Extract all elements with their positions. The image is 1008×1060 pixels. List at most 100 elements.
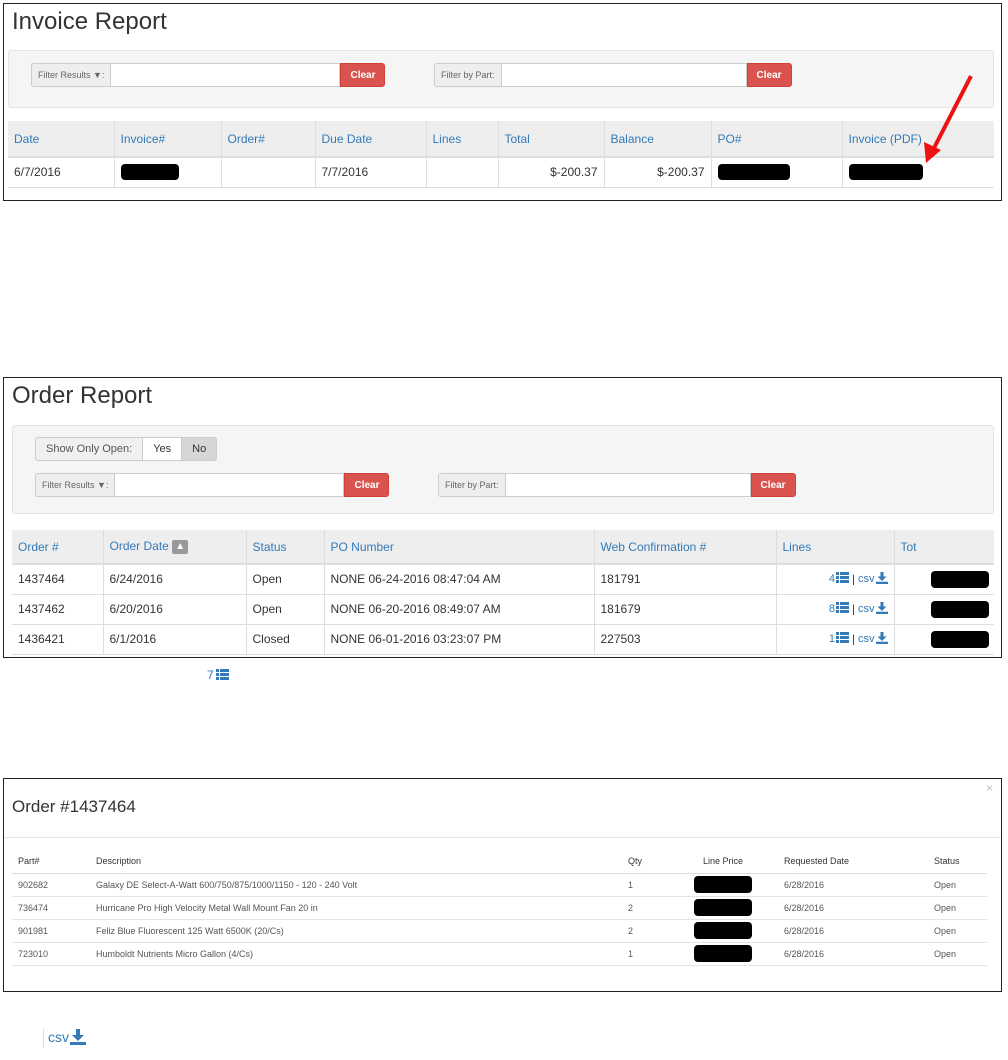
col-web-confirmation[interactable]: Web Confirmation # [594, 530, 777, 565]
invoice-due-date: 7/7/2016 [315, 157, 427, 188]
table-row: 1436421 6/1/2016 Closed NONE 06-01-2016 03:… [12, 624, 994, 655]
sort-up-icon[interactable]: ▲ [172, 539, 189, 554]
web-confirmation-link[interactable]: 181791 [594, 564, 777, 595]
order-table: Order # Order Date ▲ Status PO Number We… [12, 530, 994, 655]
col-lines[interactable]: Lines [776, 530, 895, 565]
line-requested-date: 6/28/2016 [778, 942, 928, 966]
filter-results-label-text: Filter Results [42, 480, 95, 490]
col-status[interactable]: Status [246, 530, 325, 565]
lines-count: 4 [828, 573, 836, 586]
order-date: 6/20/2016 [103, 594, 247, 625]
filter-results-input[interactable] [114, 473, 345, 497]
order-filter-part: Filter by Part: Clear [438, 473, 796, 497]
lines-icon-sample-count: 7 [207, 668, 214, 682]
order-number: 1437462 [12, 594, 104, 625]
csv-label: csv [858, 632, 875, 645]
order-po-number: NONE 06-01-2016 03:23:07 PM [324, 624, 595, 655]
col-line-price: Line Price [668, 849, 778, 874]
filter-results-input[interactable] [110, 63, 341, 87]
lines-link[interactable]: 1 [828, 632, 850, 645]
order-modal: Order #1437464 × Part# Description Qty L… [3, 778, 1002, 992]
col-order-number[interactable]: Order # [12, 530, 104, 565]
redacted-block [120, 164, 179, 181]
order-table-header: Order # Order Date ▲ Status PO Number We… [12, 530, 994, 565]
order-po-number: NONE 06-24-2016 08:47:04 AM [324, 564, 595, 595]
invoice-pdf-link[interactable] [842, 157, 994, 188]
invoice-lines [426, 157, 499, 188]
redacted-block [930, 600, 989, 618]
redacted-block [930, 630, 989, 648]
filter-icon: ▼ [93, 70, 102, 80]
invoice-report-panel: Invoice Report Filter Results ▼: Clear F… [3, 3, 1002, 201]
invoice-table: Date Invoice# Order# Due Date Lines Tota… [8, 121, 994, 188]
col-total[interactable]: Tot [894, 530, 994, 565]
col-part: Part# [12, 849, 90, 874]
line-description: Feliz Blue Fluorescent 125 Watt 6500K (2… [90, 919, 622, 943]
show-only-open-label: Show Only Open: [35, 437, 144, 461]
col-po-number[interactable]: PO Number [324, 530, 595, 565]
invoice-date: 6/7/2016 [8, 157, 115, 188]
list-icon [836, 572, 850, 586]
csv-icon-sample[interactable]: csv [43, 1029, 86, 1048]
table-row: 723010 Humboldt Nutrients Micro Gallon (4… [12, 942, 987, 966]
order-lines-table: Part# Description Qty Line Price Request… [12, 849, 987, 966]
col-total[interactable]: Total [498, 121, 605, 158]
redacted-block [694, 945, 752, 962]
lines-link[interactable]: 4 [828, 572, 850, 586]
col-invoice-pdf[interactable]: Invoice (PDF) [842, 121, 994, 158]
line-price-redacted [668, 896, 778, 920]
col-balance[interactable]: Balance [604, 121, 712, 158]
filter-results-clear-button[interactable]: Clear [344, 473, 390, 497]
filter-part-input[interactable] [504, 473, 751, 497]
download-icon [70, 1029, 86, 1048]
csv-label: csv [858, 602, 875, 615]
order-lines-cell: 4 | csv [776, 564, 895, 595]
col-invoice[interactable]: Invoice# [114, 121, 222, 158]
lines-link[interactable]: 8 [829, 602, 850, 615]
csv-download-link[interactable]: csv [858, 631, 888, 645]
line-qty: 1 [622, 873, 668, 897]
line-status: Open [928, 873, 987, 897]
order-date: 6/1/2016 [103, 624, 247, 655]
redacted-block [848, 164, 923, 181]
col-lines[interactable]: Lines [426, 121, 499, 158]
line-status: Open [928, 919, 987, 943]
lines-icon-sample[interactable]: 7 [207, 668, 229, 683]
col-order-date[interactable]: Order Date ▲ [103, 530, 247, 565]
order-report-title: Order Report [12, 382, 153, 409]
col-po[interactable]: PO# [711, 121, 843, 158]
line-status: Open [928, 942, 987, 966]
csv-download-link[interactable]: csv [858, 601, 888, 615]
col-due-date[interactable]: Due Date [315, 121, 427, 158]
order-number: 1436421 [12, 624, 104, 655]
web-confirmation-link[interactable]: 181679 [594, 594, 777, 625]
lines-count: 1 [828, 632, 836, 645]
modal-title: Order #1437464 [12, 797, 136, 816]
download-icon [875, 571, 888, 587]
filter-results-label: Filter Results ▼: [35, 473, 115, 497]
invoice-filter-part: Filter by Part: Clear [434, 63, 792, 87]
show-only-open-no[interactable]: No [182, 437, 218, 461]
col-description: Description [90, 849, 622, 874]
web-confirmation-link[interactable]: 227503 [594, 624, 777, 655]
redacted-block [694, 922, 752, 939]
order-total-redacted [894, 564, 994, 595]
redacted-block [930, 570, 989, 588]
filter-results-clear-button[interactable]: Clear [340, 63, 386, 87]
line-status: Open [928, 896, 987, 920]
order-total-redacted [894, 624, 994, 655]
filter-part-clear-button[interactable]: Clear [750, 473, 796, 497]
filter-part-input[interactable] [500, 63, 747, 87]
invoice-number-redacted[interactable] [114, 157, 222, 188]
col-date[interactable]: Date [8, 121, 115, 158]
filter-results-label-text: Filter Results [38, 70, 91, 80]
table-row: 901981 Feliz Blue Fluorescent 125 Watt 65… [12, 919, 987, 943]
col-order[interactable]: Order# [221, 121, 316, 158]
line-requested-date: 6/28/2016 [778, 873, 928, 897]
show-only-open-yes[interactable]: Yes [143, 437, 183, 461]
col-status: Status [928, 849, 987, 874]
filter-part-clear-button[interactable]: Clear [746, 63, 792, 87]
line-qty: 1 [622, 942, 668, 966]
csv-download-link[interactable]: csv [858, 571, 888, 587]
modal-close-button[interactable]: × [986, 781, 993, 795]
